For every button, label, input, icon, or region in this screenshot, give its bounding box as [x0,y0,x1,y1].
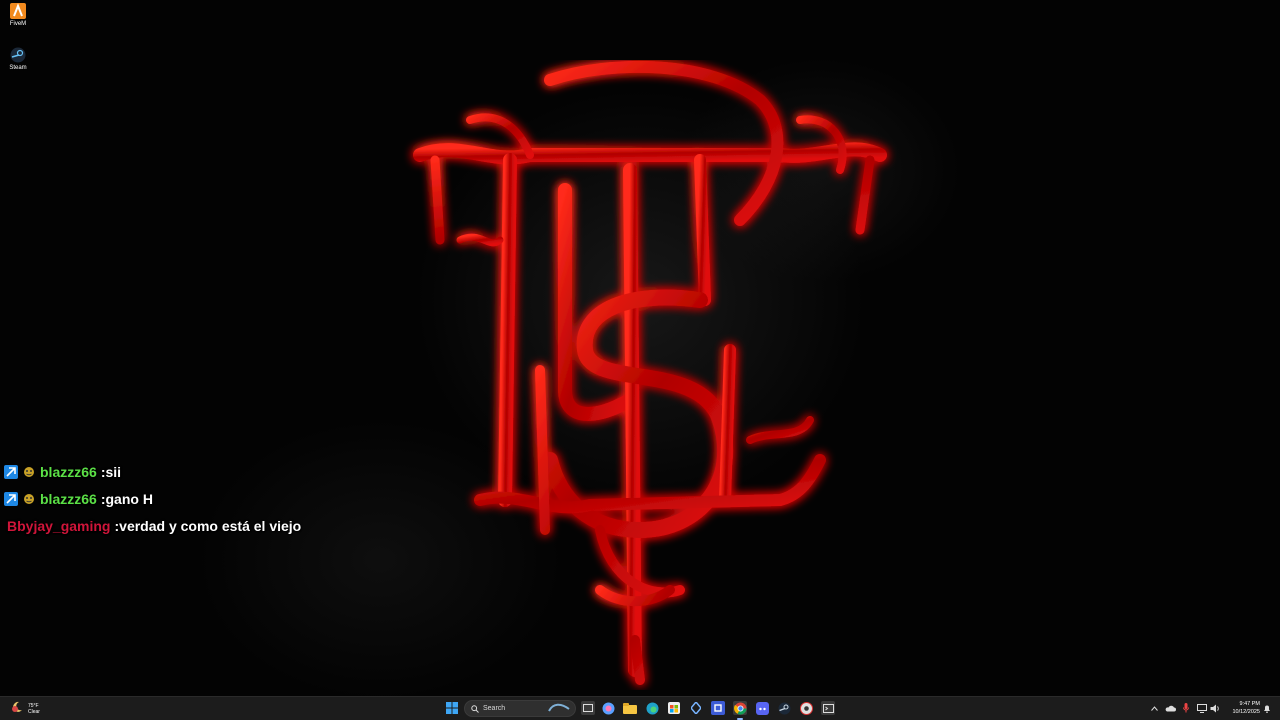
taskbar-search-box[interactable]: Search [464,700,576,717]
chat-message: blazzz66 : gano H [4,485,301,512]
chat-text: sii [105,463,122,480]
obs-icon[interactable] [799,701,813,715]
app-blue-square-icon[interactable] [711,701,725,715]
prime-badge-icon [4,491,18,506]
copilot-icon[interactable] [601,701,615,715]
edge-icon[interactable] [645,701,659,715]
ts-monogram-logo [413,60,887,685]
clock-date: 10/12/2025 [1232,709,1260,715]
chat-username[interactable]: blazzz66 [40,491,97,507]
desktop-icon-fivem[interactable]: FiveM [2,3,34,28]
onedrive-cloud-icon[interactable] [1164,701,1176,715]
app-diamond-icon[interactable] [689,701,703,715]
chat-overlay: blazzz66 : sii blazzz66 : gano H Bbyjay_… [4,458,301,539]
weather-widget[interactable]: 75°F Clear [10,700,40,718]
search-icon [471,700,479,718]
start-button[interactable] [445,701,459,715]
chat-message: Bbyjay_gaming : verdad y como está el vi… [4,512,301,539]
subscriber-badge-icon [22,465,36,479]
weather-moon-icon [10,700,24,719]
desktop-wallpaper [0,0,1280,696]
taskbar: 75°F Clear Search 9:47 PM 10/12/2025 [0,696,1280,720]
discord-icon[interactable] [755,701,769,715]
fivem-icon [10,3,26,19]
store-icon[interactable] [667,701,681,715]
chevron-up-icon[interactable] [1149,701,1159,715]
chat-text: verdad y como está el viejo [119,517,302,534]
chat-username[interactable]: blazzz66 [40,464,97,480]
desktop-icon-label: FiveM [9,21,27,27]
prime-badge-icon [4,464,18,479]
terminal-icon[interactable] [821,701,835,715]
chat-message: blazzz66 : sii [4,458,301,485]
steam-icon [10,47,26,63]
taskbar-clock[interactable]: 9:47 PM 10/12/2025 [1224,700,1260,716]
steam-taskbar-icon[interactable] [777,701,791,715]
desktop-icon-steam[interactable]: Steam [2,47,34,72]
weather-condition: Clear [28,709,40,715]
clock-time: 9:47 PM [1239,701,1260,707]
file-explorer-icon[interactable] [623,701,637,715]
microphone-icon[interactable] [1180,701,1192,715]
chat-username[interactable]: Bbyjay_gaming [7,518,110,534]
search-label: Search [483,705,506,712]
chrome-icon[interactable] [733,701,747,715]
task-view-icon[interactable] [581,701,595,715]
windows-logo-icon [446,702,458,714]
speaker-icon[interactable] [1209,701,1221,715]
subscriber-badge-icon [22,492,36,506]
desktop-icon-label: Steam [9,65,27,71]
chat-text: gano H [105,490,153,507]
display-icon[interactable] [1196,701,1208,715]
notification-bell-icon[interactable] [1262,701,1272,715]
search-highlight-icon [547,700,571,718]
